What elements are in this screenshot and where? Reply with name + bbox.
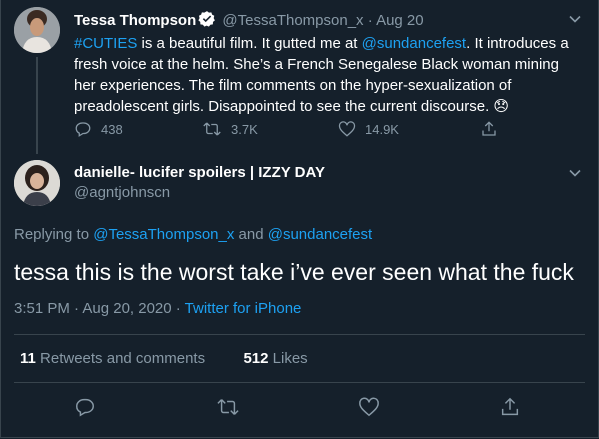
tweet2-text: tessa this is the worst take i’ve ever s…: [14, 259, 574, 285]
author-handle[interactable]: @agntjohnscn: [74, 183, 325, 203]
reply-button[interactable]: [74, 396, 96, 423]
avatar-danielle[interactable]: [14, 160, 60, 206]
chevron-down-icon[interactable]: [568, 166, 582, 183]
source-link[interactable]: Twitter for iPhone: [185, 300, 302, 317]
share-icon: [499, 397, 521, 422]
share-button[interactable]: [480, 120, 498, 138]
tweet-date[interactable]: Aug 20: [376, 12, 424, 29]
replying-prefix: Replying to: [14, 226, 94, 243]
retweet-count: 3.7K: [231, 121, 258, 137]
verified-badge-icon: [198, 10, 216, 34]
hashtag-link[interactable]: #CUTIES: [74, 35, 137, 52]
reply-count: 438: [101, 121, 123, 137]
retweets-count: 11: [20, 350, 36, 367]
author-handle[interactable]: @TessaThompson_x: [222, 12, 363, 29]
like-count: 14.9K: [365, 121, 399, 137]
disappointed-emoji: 😞: [493, 98, 510, 115]
reply-button[interactable]: 438: [74, 120, 123, 138]
like-button[interactable]: 14.9K: [338, 120, 399, 138]
time-date[interactable]: 3:51 PM · Aug 20, 2020 ·: [14, 300, 185, 317]
tweet1-header: Tessa Thompson @TessaThompson_x · Aug 20: [74, 10, 424, 34]
retweets-stat[interactable]: 11 Retweets and comments: [20, 350, 205, 367]
reply-icon: [74, 120, 92, 138]
author-name[interactable]: danielle- lucifer spoilers | IZZY DAY: [74, 163, 325, 183]
replying-and: and: [234, 226, 268, 243]
likes-count: 512: [243, 350, 269, 367]
like-icon: [338, 120, 356, 138]
dot-separator: ·: [367, 12, 373, 29]
tweet1-actions: 438 3.7K 14.9K: [74, 120, 574, 140]
text-segment: is a beautiful film. It gutted me at: [137, 35, 362, 52]
replying-to-line: Replying to @TessaThompson_x and @sundan…: [14, 226, 372, 243]
tweet-tessa-thompson[interactable]: Tessa Thompson @TessaThompson_x · Aug 20…: [0, 0, 599, 154]
retweet-button[interactable]: 3.7K: [202, 120, 258, 138]
divider: [14, 382, 585, 383]
chevron-down-icon[interactable]: [568, 12, 582, 29]
author-name[interactable]: Tessa Thompson: [74, 12, 196, 29]
share-button[interactable]: [499, 396, 521, 423]
like-icon: [358, 397, 380, 422]
avatar-tessa-thompson[interactable]: [14, 7, 60, 53]
thread-connector-line: [36, 57, 38, 154]
retweets-label: Retweets and comments: [35, 350, 206, 367]
retweet-icon: [202, 120, 222, 138]
tweet2-actions: [0, 396, 599, 422]
likes-stat[interactable]: 512 Likes: [243, 350, 307, 367]
tweet-timestamp: 3:51 PM · Aug 20, 2020 · Twitter for iPh…: [14, 300, 301, 317]
likes-label: Likes: [268, 350, 308, 367]
mention-link[interactable]: @sundancefest: [362, 35, 466, 52]
retweet-icon: [216, 399, 240, 422]
reply-icon: [74, 398, 96, 422]
tweet2-header: danielle- lucifer spoilers | IZZY DAY @a…: [74, 163, 325, 203]
mention-link[interactable]: @sundancefest: [268, 226, 372, 243]
tweet-stats: 11 Retweets and comments 512 Likes: [20, 350, 308, 367]
mention-link[interactable]: @TessaThompson_x: [93, 226, 234, 243]
retweet-button[interactable]: [216, 396, 240, 423]
share-icon: [480, 120, 498, 138]
like-button[interactable]: [358, 396, 380, 423]
tweet1-text: #CUTIES is a beautiful film. It gutted m…: [74, 33, 579, 117]
divider: [14, 334, 585, 335]
